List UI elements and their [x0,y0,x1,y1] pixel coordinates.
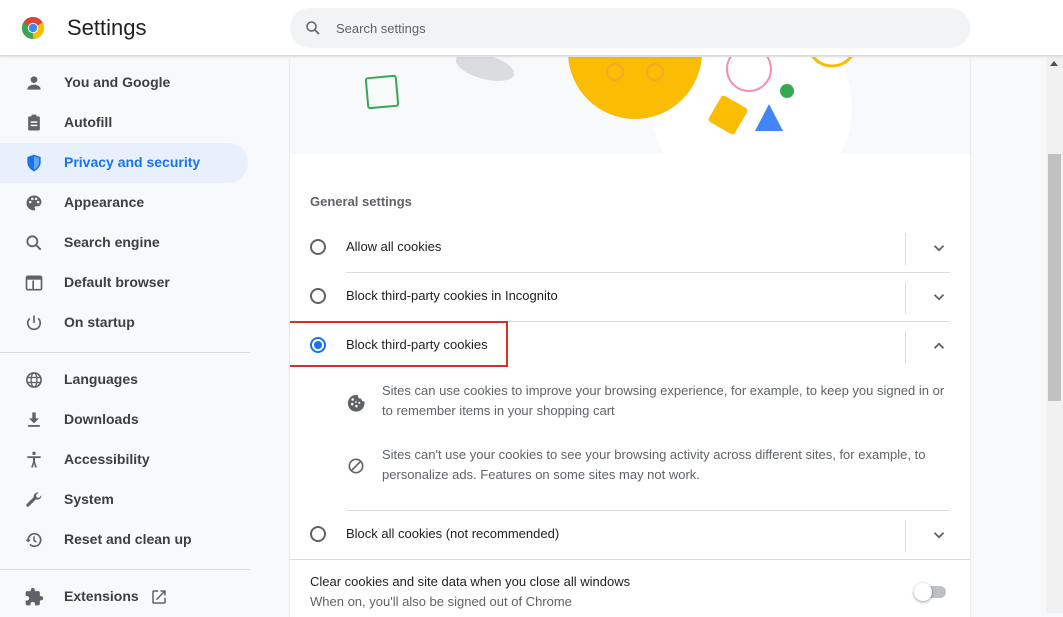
option-label: Block all cookies (not recommended) [346,526,560,541]
globe-icon [26,372,42,388]
palette-icon [26,195,42,211]
vertical-separator [905,282,906,314]
sidebar-item-label: Privacy and security [64,154,201,170]
detail-text: Sites can't use your cookies to see your… [382,447,926,482]
sidebar-item-label: You and Google [64,74,171,90]
cookie-icon [347,394,365,412]
illustration-art [290,57,970,154]
open-in-new-icon [152,590,166,604]
radio-button[interactable] [310,526,326,542]
sidebar-divider [0,569,250,570]
scrollbar-thumb[interactable] [1048,154,1061,401]
sidebar-item-label: Accessibility [64,451,150,467]
radio-button[interactable] [310,288,326,304]
vertical-separator [905,520,906,552]
detail-text: Sites can use cookies to improve your br… [382,383,945,418]
search-icon [306,21,320,35]
option-label: Block third-party cookies in Incognito [346,288,558,303]
scrollbar[interactable] [1046,57,1063,613]
option-allow-all-cookies[interactable]: Allow all cookies [290,223,970,272]
sidebar-item-you-and-google[interactable]: You and Google [0,63,248,103]
vertical-separator [905,331,906,363]
cookies-settings-card: General settings Allow all cookies Block… [290,57,970,617]
sidebar-item-search-engine[interactable]: Search engine [0,223,248,263]
browser-window-icon [25,275,43,291]
cookies-illustration [290,57,970,154]
sidebar-item-extensions[interactable]: Extensions [0,577,248,617]
search-input[interactable] [336,8,936,48]
sidebar-item-label: Extensions [64,588,139,604]
power-icon [26,315,42,331]
radio-button[interactable] [310,239,326,255]
sidebar-item-label: Reset and clean up [64,531,192,547]
sidebar-item-label: Autofill [64,114,113,130]
chevron-down-icon[interactable] [930,288,948,306]
page-title: Settings [67,15,147,40]
sidebar-item-accessibility[interactable]: Accessibility [0,440,248,480]
option-label: Allow all cookies [346,239,442,254]
section-title: General settings [310,194,412,209]
history-icon [25,532,42,548]
clear-on-exit-title: Clear cookies and site data when you clo… [310,574,631,589]
sidebar-item-label: Languages [64,371,138,387]
sidebar-item-label: Appearance [64,194,145,210]
vertical-separator [905,233,906,265]
sidebar-item-autofill[interactable]: Autofill [0,103,248,143]
sidebar-item-reset-and-clean-up[interactable]: Reset and clean up [0,520,248,560]
clipboard-icon [28,114,40,131]
sidebar-divider [0,352,250,353]
person-icon [27,76,41,90]
section-separator [290,559,970,560]
block-icon [348,458,364,474]
sidebar-item-label: Search engine [64,234,160,250]
clear-on-exit-subtitle: When on, you'll also be signed out of Ch… [310,594,572,609]
chevron-up-icon[interactable] [930,337,948,355]
puzzle-icon [25,587,44,606]
clear-on-exit-toggle[interactable] [914,583,948,601]
accessibility-icon [27,451,41,468]
scroll-up-arrow-icon[interactable] [1050,61,1058,66]
shield-icon [27,154,41,172]
sidebar-item-languages[interactable]: Languages [0,360,248,400]
sidebar: You and Google Autofill Privacy and secu… [0,57,262,613]
sidebar-item-on-startup[interactable]: On startup [0,303,248,343]
sidebar-item-privacy-and-security[interactable]: Privacy and security [0,143,248,183]
sidebar-item-downloads[interactable]: Downloads [0,400,248,440]
sidebar-item-appearance[interactable]: Appearance [0,183,248,223]
chevron-down-icon[interactable] [930,239,948,257]
sidebar-item-label: On startup [64,314,135,330]
sidebar-item-label: System [64,491,114,507]
highlight-annotation [290,321,508,367]
top-bar: Settings [0,0,1063,56]
search-icon [26,235,42,251]
wrench-icon [26,492,42,507]
chevron-down-icon[interactable] [930,526,948,544]
search-bar[interactable] [290,8,970,48]
sidebar-item-label: Downloads [64,411,139,427]
option-block-third-party-incognito[interactable]: Block third-party cookies in Incognito [290,272,970,321]
chrome-logo-icon [21,16,45,39]
sidebar-item-label: Default browser [64,274,170,290]
sidebar-item-default-browser[interactable]: Default browser [0,263,248,303]
download-icon [28,412,40,427]
sidebar-item-system[interactable]: System [0,480,248,520]
toggle-knob [914,583,932,601]
option-block-all-cookies[interactable]: Block all cookies (not recommended) [290,510,970,559]
